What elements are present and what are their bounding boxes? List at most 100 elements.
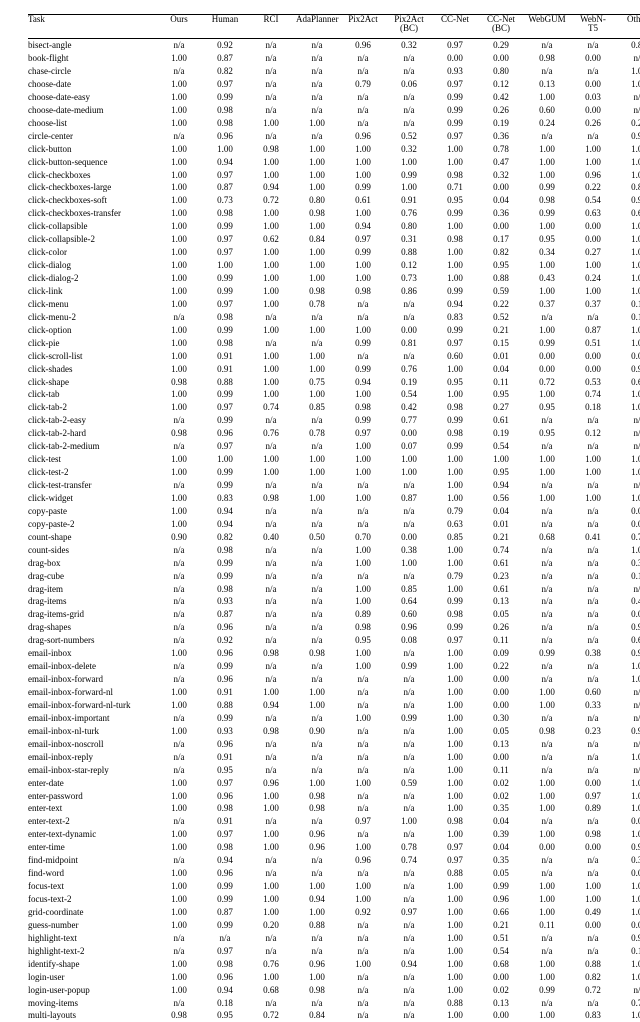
value-cell: n/a <box>386 52 432 65</box>
value-cell: 0.98 <box>202 957 248 970</box>
value-cell: n/a <box>524 414 570 427</box>
value-cell: n/a <box>156 543 202 556</box>
value-cell: 1.00 <box>294 388 340 401</box>
value-cell: 0.85 <box>294 401 340 414</box>
value-cell: n/a <box>294 518 340 531</box>
value-cell: 0.17 <box>478 233 524 246</box>
value-cell: n/a <box>294 556 340 569</box>
value-cell: 0.80 <box>386 220 432 233</box>
task-name: click-tab <box>28 388 156 401</box>
value-cell: n/a <box>386 505 432 518</box>
value-cell: 1.00 <box>524 893 570 906</box>
value-cell: n/a <box>294 52 340 65</box>
table-row: drag-boxn/a0.99n/an/a1.001.001.000.61n/a… <box>28 556 640 569</box>
value-cell: 1.00 <box>340 595 386 608</box>
value-cell: n/a <box>386 945 432 958</box>
value-cell: n/a <box>386 996 432 1009</box>
table-row: copy-paste1.000.94n/an/an/an/a0.790.04n/… <box>28 505 640 518</box>
value-cell: 1.00 <box>524 699 570 712</box>
table-row: drag-itemsn/a0.93n/an/a1.000.640.990.13n… <box>28 595 640 608</box>
value-cell: 1.00 <box>616 1009 640 1022</box>
value-cell: 1.00 <box>248 324 294 337</box>
value-cell: n/a <box>616 582 640 595</box>
value-cell: 0.21 <box>478 324 524 337</box>
value-cell: 1.00 <box>340 841 386 854</box>
value-cell: 1.00 <box>616 802 640 815</box>
value-cell: 1.00 <box>156 194 202 207</box>
value-cell: n/a <box>294 104 340 117</box>
value-cell: n/a <box>524 38 570 51</box>
table-row: bisect-anglen/a0.92n/an/a0.960.320.970.2… <box>28 38 640 51</box>
value-cell: 0.85 <box>432 531 478 544</box>
value-cell: 0.93 <box>432 65 478 78</box>
value-cell: n/a <box>616 440 640 453</box>
value-cell: 0.01 <box>478 518 524 531</box>
value-cell: 0.98 <box>340 401 386 414</box>
table-row: circle-centern/a0.96n/an/a0.960.520.970.… <box>28 129 640 142</box>
task-name: click-test-2 <box>28 466 156 479</box>
value-cell: 0.90 <box>616 932 640 945</box>
value-cell: n/a <box>340 686 386 699</box>
value-cell: 1.00 <box>156 91 202 104</box>
task-name: focus-text-2 <box>28 893 156 906</box>
value-cell: 1.00 <box>340 466 386 479</box>
col-task: Task <box>28 15 156 39</box>
value-cell: 1.00 <box>294 272 340 285</box>
value-cell: 0.88 <box>478 272 524 285</box>
value-cell: n/a <box>340 738 386 751</box>
task-name: book-flight <box>28 52 156 65</box>
value-cell: 1.00 <box>524 285 570 298</box>
value-cell: 0.54 <box>478 440 524 453</box>
value-cell: 1.00 <box>524 259 570 272</box>
value-cell: 0.95 <box>202 1009 248 1022</box>
value-cell: n/a <box>294 854 340 867</box>
task-name: find-word <box>28 867 156 880</box>
value-cell: 0.12 <box>570 427 616 440</box>
task-name: count-sides <box>28 543 156 556</box>
task-name: click-pie <box>28 336 156 349</box>
value-cell: 1.00 <box>386 181 432 194</box>
table-row: find-midpointn/a0.94n/an/a0.960.740.970.… <box>28 854 640 867</box>
value-cell: 0.43 <box>524 272 570 285</box>
value-cell: 0.64 <box>386 595 432 608</box>
task-name: click-scroll-list <box>28 349 156 362</box>
task-name: moving-items <box>28 996 156 1009</box>
value-cell: 0.97 <box>432 336 478 349</box>
table-row: count-shape0.900.820.400.500.700.000.850… <box>28 531 640 544</box>
table-row: click-shape0.980.881.000.750.940.190.950… <box>28 375 640 388</box>
value-cell: 1.00 <box>340 259 386 272</box>
value-cell: n/a <box>294 621 340 634</box>
value-cell: 0.60 <box>524 104 570 117</box>
value-cell: n/a <box>156 763 202 776</box>
value-cell: 0.99 <box>202 880 248 893</box>
task-name: copy-paste-2 <box>28 518 156 531</box>
value-cell: 0.97 <box>432 854 478 867</box>
value-cell: 0.90 <box>294 725 340 738</box>
value-cell: 0.31 <box>386 233 432 246</box>
value-cell: 1.00 <box>248 880 294 893</box>
value-cell: 0.02 <box>478 776 524 789</box>
value-cell: 1.00 <box>156 906 202 919</box>
table-row: click-dialog1.001.001.001.001.000.121.00… <box>28 259 640 272</box>
value-cell: 1.00 <box>432 660 478 673</box>
value-cell: n/a <box>294 38 340 51</box>
value-cell: 0.96 <box>248 776 294 789</box>
value-cell: 0.32 <box>386 142 432 155</box>
value-cell: 0.21 <box>478 531 524 544</box>
value-cell: 1.00 <box>294 168 340 181</box>
value-cell: 0.99 <box>340 336 386 349</box>
value-cell: n/a <box>570 311 616 324</box>
value-cell: n/a <box>248 738 294 751</box>
value-cell: n/a <box>616 427 640 440</box>
table-row: grid-coordinate1.000.871.001.000.920.971… <box>28 906 640 919</box>
value-cell: 1.00 <box>432 712 478 725</box>
value-cell: n/a <box>156 945 202 958</box>
value-cell: 0.87 <box>202 181 248 194</box>
value-cell: 0.27 <box>478 401 524 414</box>
value-cell: 0.60 <box>386 608 432 621</box>
value-cell: 0.60 <box>570 686 616 699</box>
value-cell: n/a <box>156 673 202 686</box>
table-row: moving-itemsn/a0.18n/an/an/an/a0.880.13n… <box>28 996 640 1009</box>
value-cell: n/a <box>386 104 432 117</box>
task-name: choose-list <box>28 117 156 130</box>
